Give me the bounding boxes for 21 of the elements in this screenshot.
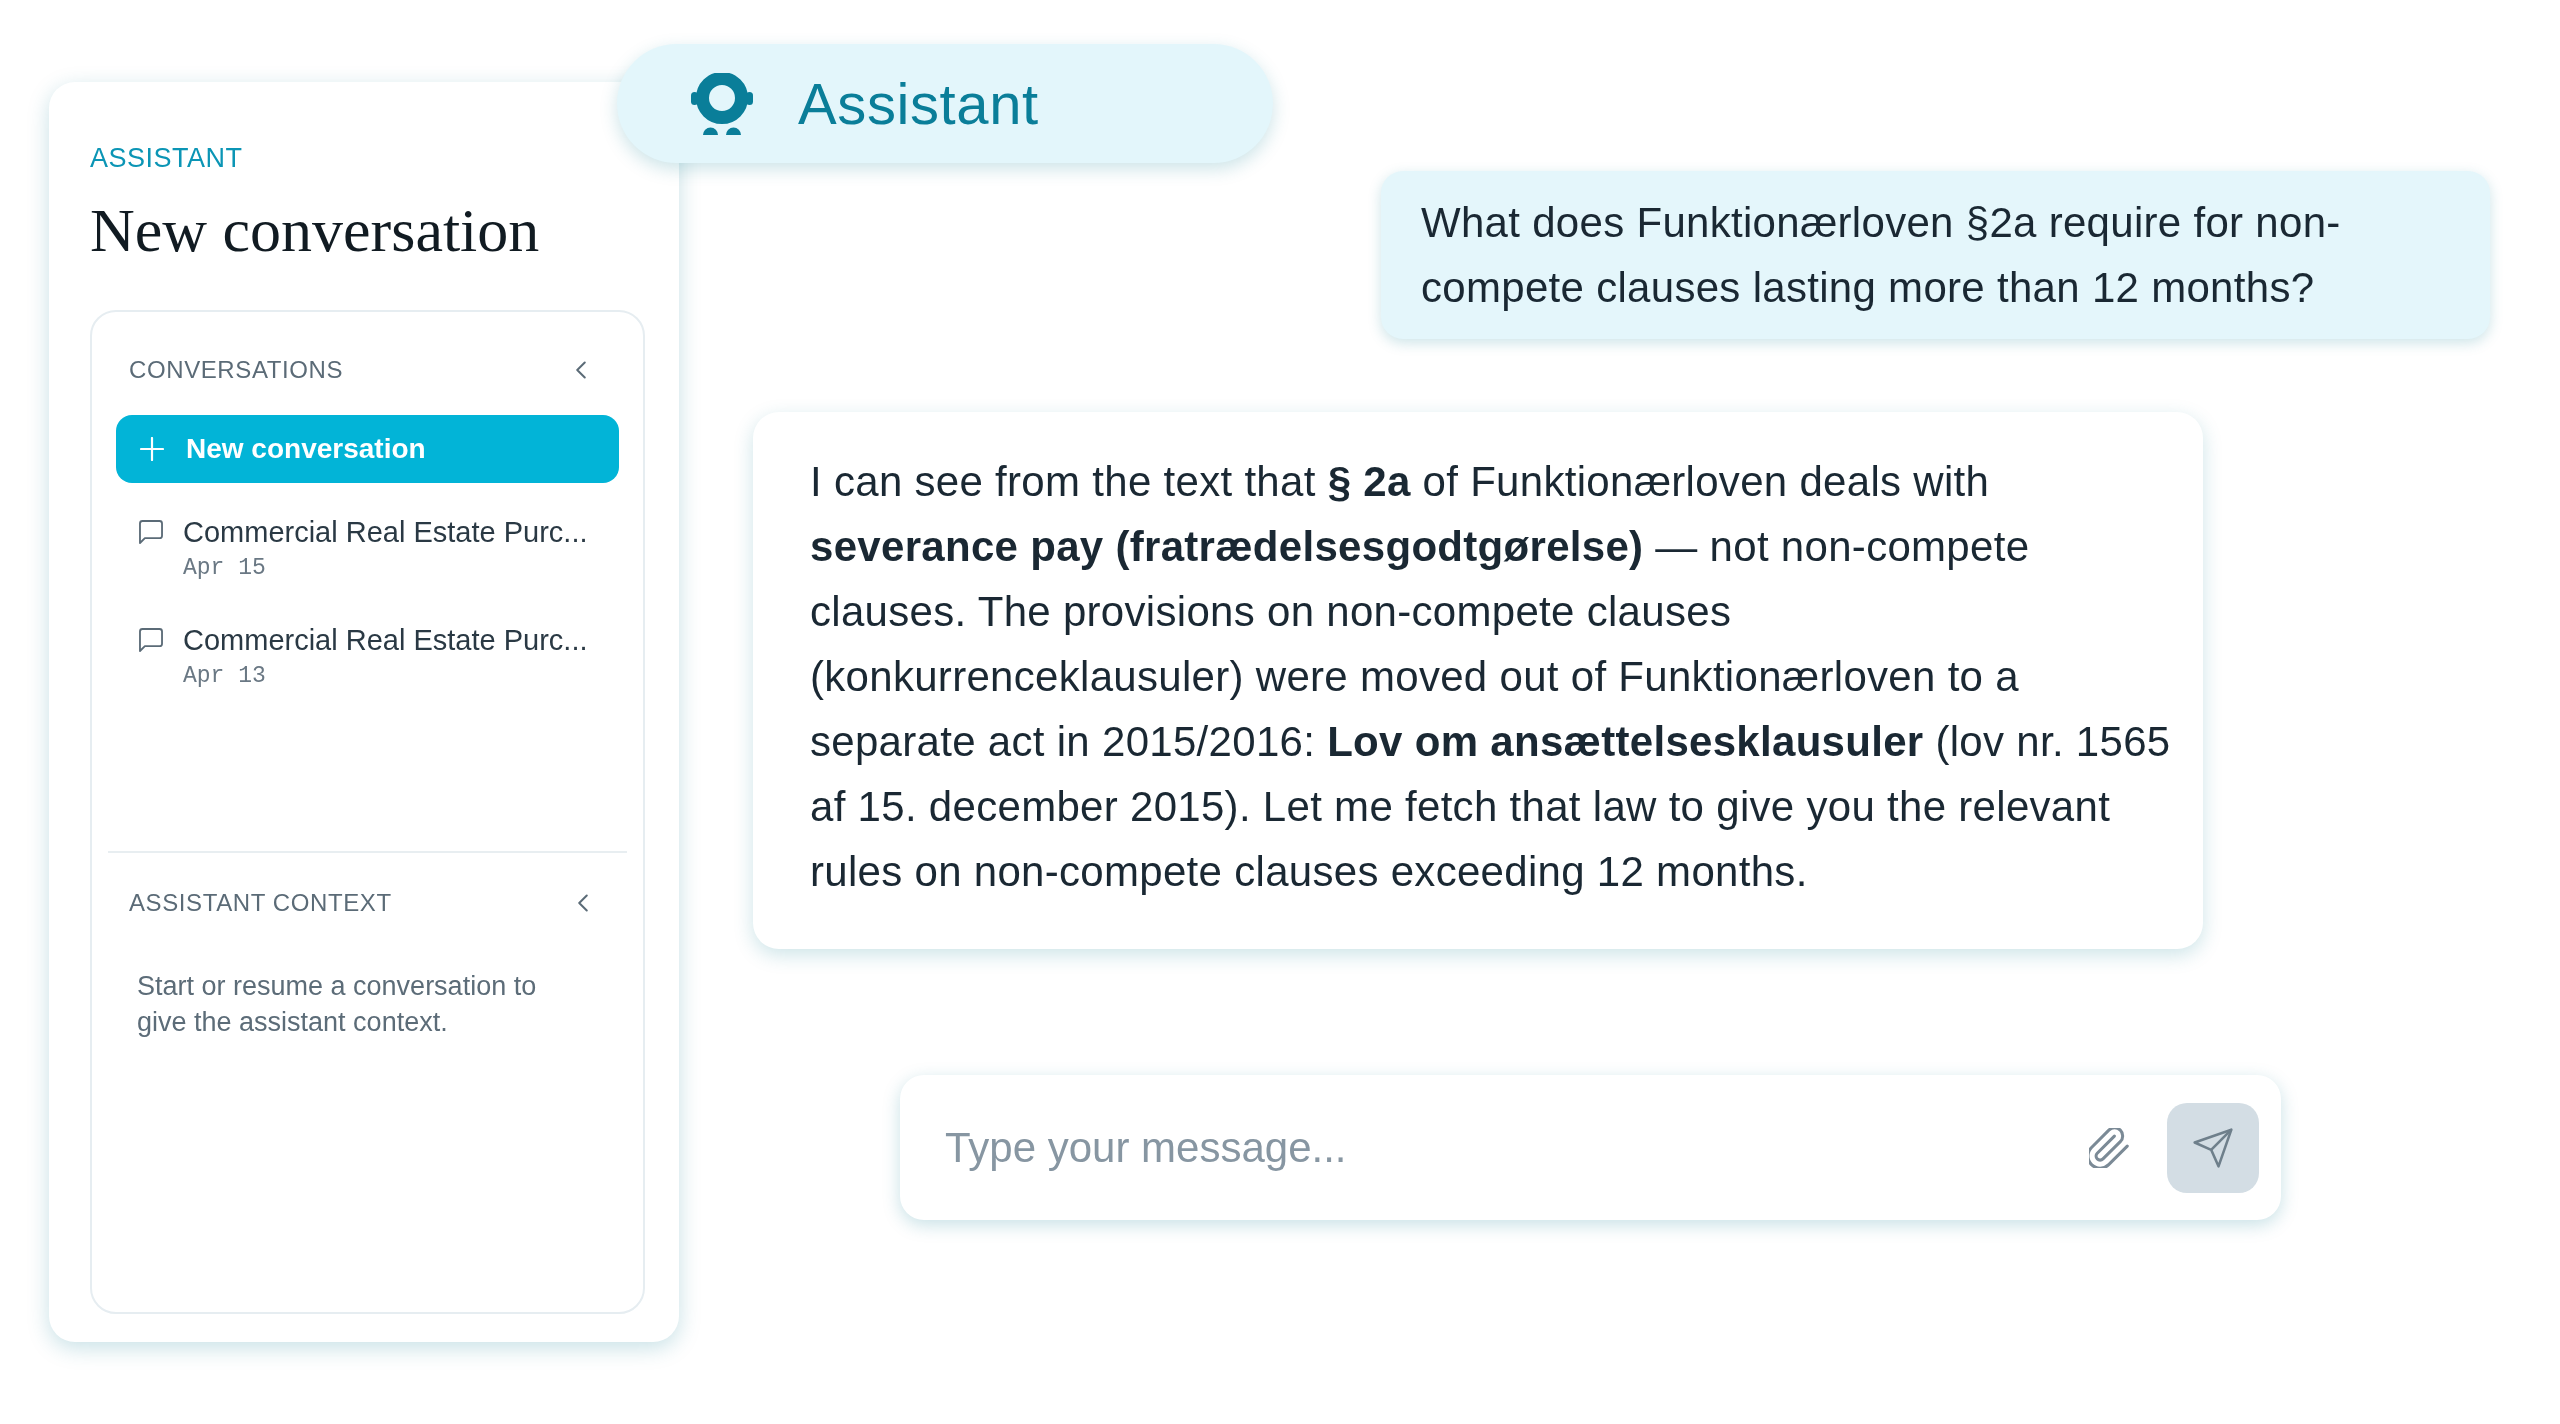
conversation-date: Apr 15 xyxy=(183,554,267,583)
conversation-title[interactable]: Commercial Real Estate Purc... xyxy=(183,514,588,550)
chat-bubble-icon xyxy=(139,520,163,544)
paperclip-icon[interactable] xyxy=(2089,1127,2129,1168)
mascot-icon xyxy=(691,72,753,135)
section-label: ASSISTANT xyxy=(90,142,244,174)
user-message: What does Funktionærloven §2a require for non-compete clauses lasting more than 12 months? xyxy=(1381,171,2490,339)
page-title: New conversation xyxy=(90,195,541,266)
conversation-title[interactable]: Commercial Real Estate Purc... xyxy=(183,622,588,658)
chevron-left-icon[interactable] xyxy=(576,361,586,379)
chat-bubble-icon xyxy=(139,628,163,652)
plus-icon xyxy=(140,437,164,461)
section-heading: CONVERSATIONS xyxy=(129,355,344,385)
message-input[interactable]: Type your message... xyxy=(945,1123,2069,1172)
conversation-date: Apr 13 xyxy=(183,662,267,691)
context-hint: Start or resume a conversation to give the assistant context. xyxy=(137,970,538,1039)
send-icon xyxy=(2191,1125,2235,1170)
section-heading: ASSISTANT CONTEXT xyxy=(129,888,392,918)
chevron-left-icon[interactable] xyxy=(578,894,588,912)
assistant-message: I can see from the text that § 2a of Funktionærloven deals with severance pay (fratrædelsesgodtgørelse) — not non-compete clauses. The provisions on non-compete clauses (konkurrenceklausuler) were moved out of Funktionærloven to a separate act in 2015/2016: Lov om ansættelsesklausuler (lov nr. 1565 af 15. december 2015). Let me fetch that law to give you the relevant rules on non-compete clauses exceeding 12 months. xyxy=(753,412,2203,949)
header-title: Assistant xyxy=(798,71,1039,136)
